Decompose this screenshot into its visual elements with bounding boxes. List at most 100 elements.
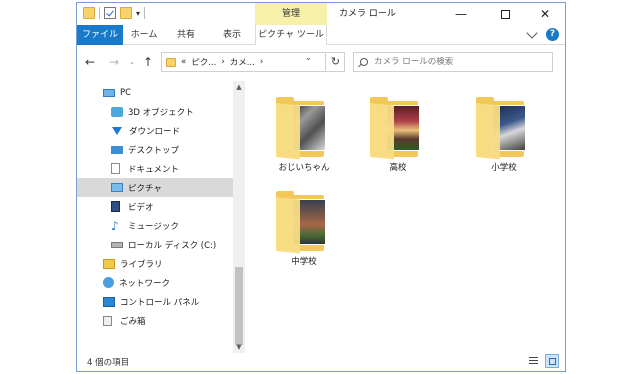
- nav-item-pictures[interactable]: ピクチャ: [77, 178, 233, 197]
- tab-view[interactable]: 表示: [215, 25, 249, 45]
- recycle-bin-icon: [103, 315, 112, 326]
- forward-button[interactable]: →: [109, 55, 119, 69]
- music-icon: ♪: [111, 218, 119, 233]
- documents-icon: [111, 163, 120, 174]
- folder-name: おじいちゃん: [278, 163, 330, 173]
- explorer-window: ▾ 管理 カメラ ロール — ✕ ファイル ホーム 共有 表示 ピクチャ ツール…: [76, 2, 566, 372]
- close-button[interactable]: ✕: [523, 3, 567, 25]
- desktop-icon: [111, 145, 123, 154]
- control-panel-icon: [103, 296, 115, 307]
- scroll-thumb[interactable]: [235, 267, 243, 345]
- nav-item-local-disk[interactable]: ローカル ディスク (C:): [77, 235, 233, 254]
- nav-item-label: ごみ箱: [120, 316, 146, 327]
- videos-icon: [111, 201, 120, 212]
- nav-item-label: デスクトップ: [128, 145, 180, 156]
- nav-item-label: ネットワーク: [119, 278, 171, 289]
- tab-picture-tools[interactable]: ピクチャ ツール: [255, 25, 327, 45]
- folder-item[interactable]: 高校: [363, 95, 433, 173]
- address-bar-row: ← → ⌄ ↑ « ピク... › カメ... › ⌄ ↻: [77, 47, 565, 77]
- back-button[interactable]: ←: [85, 55, 95, 69]
- details-view-icon: [529, 357, 538, 364]
- search-box[interactable]: [353, 52, 553, 72]
- nav-item-label: コントロール パネル: [120, 297, 200, 308]
- folder-item[interactable]: おじいちゃん: [269, 95, 339, 173]
- library-icon: [103, 258, 115, 269]
- nav-item-downloads[interactable]: ダウンロード: [77, 121, 233, 140]
- search-input[interactable]: [374, 57, 534, 67]
- address-bar[interactable]: « ピク... › カメ... ›: [161, 52, 345, 72]
- nav-item-network[interactable]: ネットワーク: [77, 273, 233, 292]
- new-folder-icon[interactable]: [120, 7, 132, 19]
- breadcrumb-camera-roll[interactable]: カメ...: [230, 56, 255, 68]
- maximize-button[interactable]: [483, 3, 527, 25]
- 3d-objects-icon: [111, 106, 123, 117]
- nav-item-label: ビデオ: [128, 202, 154, 213]
- maximize-icon: [500, 10, 510, 19]
- nav-item-3d-objects[interactable]: 3D オブジェクト: [77, 102, 233, 121]
- nav-item-label: PC: [120, 87, 132, 98]
- item-count: 4 個の項目: [87, 358, 130, 368]
- tab-share[interactable]: 共有: [169, 25, 203, 45]
- folder-icon[interactable]: [83, 7, 95, 19]
- details-view-button[interactable]: [527, 354, 541, 368]
- network-icon: [103, 277, 114, 288]
- folder-item[interactable]: 小学校: [469, 95, 539, 173]
- breadcrumb-pictures[interactable]: ピク...: [191, 56, 216, 68]
- breadcrumb-overflow[interactable]: «: [181, 57, 186, 67]
- folder-thumbnail-icon: [476, 95, 532, 160]
- folder-item[interactable]: 中学校: [269, 189, 339, 267]
- nav-item-label: ミュージック: [128, 221, 179, 232]
- large-icons-view-button[interactable]: [545, 354, 559, 368]
- minimize-button[interactable]: —: [439, 3, 483, 25]
- properties-check-icon[interactable]: [104, 7, 116, 19]
- nav-item-label: ピクチャ: [128, 183, 162, 194]
- scroll-down-icon[interactable]: ▼: [233, 343, 245, 351]
- manage-context-tab[interactable]: 管理: [255, 3, 327, 25]
- nav-item-videos[interactable]: ビデオ: [77, 197, 233, 216]
- navigation-pane: PC 3D オブジェクト ダウンロード デスクトップ ドキュメント ピクチャ ビ…: [77, 81, 233, 351]
- local-disk-icon: [111, 241, 123, 248]
- nav-item-music[interactable]: ♪ ミュージック: [77, 216, 233, 235]
- folder-thumbnail-icon: [276, 95, 332, 160]
- download-icon: [112, 126, 122, 135]
- folder-icon: [166, 57, 176, 67]
- qat-dropdown-icon[interactable]: ▾: [136, 9, 140, 18]
- help-icon[interactable]: ?: [546, 28, 559, 41]
- nav-item-control-panel[interactable]: コントロール パネル: [77, 292, 233, 311]
- search-icon: [360, 58, 368, 66]
- breadcrumb-separator[interactable]: ›: [260, 57, 263, 67]
- nav-item-label: ダウンロード: [129, 126, 181, 137]
- breadcrumb-separator[interactable]: ›: [221, 57, 224, 67]
- nav-item-pc[interactable]: PC: [77, 83, 233, 102]
- divider: [99, 7, 100, 19]
- scroll-up-icon[interactable]: ▲: [233, 83, 245, 91]
- pictures-icon: [111, 183, 123, 192]
- divider: [144, 7, 146, 19]
- nav-item-documents[interactable]: ドキュメント: [77, 159, 233, 178]
- ribbon-controls: ?: [526, 27, 559, 41]
- folder-name: 高校: [389, 163, 407, 173]
- refresh-button[interactable]: ↻: [325, 52, 345, 72]
- ribbon-tabs: ファイル ホーム 共有 表示 ピクチャ ツール ?: [77, 25, 565, 45]
- navigation-scrollbar[interactable]: ▲ ▼: [233, 81, 245, 353]
- nav-item-label: 3D オブジェクト: [128, 107, 194, 118]
- nav-item-libraries[interactable]: ライブラリ: [77, 254, 233, 273]
- status-bar: 4 個の項目: [77, 351, 565, 371]
- folder-thumbnail-icon: [370, 95, 426, 160]
- folder-thumbnail-icon: [276, 189, 332, 254]
- window-title: カメラ ロール: [339, 9, 396, 19]
- nav-item-recycle-bin[interactable]: ごみ箱: [77, 311, 233, 330]
- folder-name: 中学校: [291, 257, 317, 267]
- pc-icon: [103, 88, 115, 97]
- tab-file[interactable]: ファイル: [77, 25, 123, 45]
- folder-name: 小学校: [491, 163, 517, 173]
- nav-item-desktop[interactable]: デスクトップ: [77, 140, 233, 159]
- large-icons-view-icon: [549, 358, 556, 365]
- address-dropdown-icon[interactable]: ⌄: [305, 53, 312, 62]
- up-button[interactable]: ↑: [143, 55, 153, 69]
- quick-access-toolbar: ▾: [83, 7, 146, 19]
- recent-locations-button[interactable]: ⌄: [129, 58, 135, 66]
- expand-ribbon-icon[interactable]: [526, 27, 538, 39]
- tab-home[interactable]: ホーム: [127, 25, 161, 45]
- nav-item-label: ドキュメント: [128, 164, 180, 175]
